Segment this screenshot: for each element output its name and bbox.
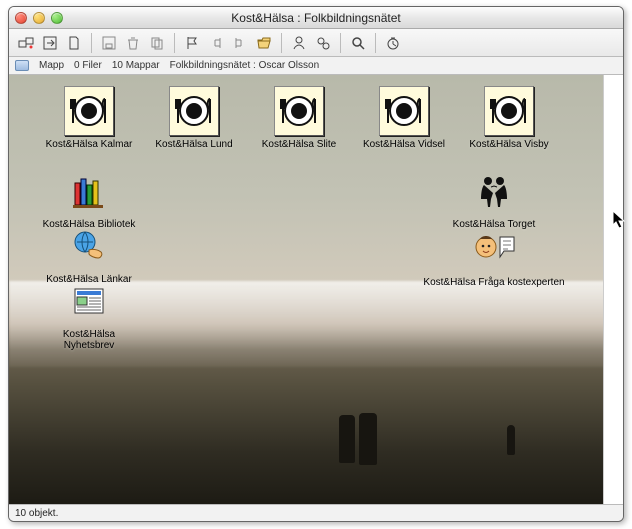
tool-flag-icon[interactable] bbox=[181, 32, 203, 54]
tool-trash-icon[interactable] bbox=[122, 32, 144, 54]
newspaper-icon bbox=[63, 275, 115, 327]
toolbar bbox=[9, 29, 623, 57]
zoom-button[interactable] bbox=[51, 12, 63, 24]
icon-grid: Kost&Hälsa Kalmar Kost&Hälsa Lund Kost&H… bbox=[9, 75, 623, 504]
tool-arrow-in-icon[interactable] bbox=[39, 32, 61, 54]
tool-user-icon[interactable] bbox=[288, 32, 310, 54]
tool-folder-open-icon[interactable] bbox=[253, 32, 275, 54]
folder-lund[interactable]: Kost&Hälsa Lund bbox=[144, 85, 244, 150]
folder-icon bbox=[15, 60, 29, 71]
globe-hand-icon bbox=[63, 220, 115, 272]
icon-label: Kost&Hälsa Fråga kostexperten bbox=[421, 277, 566, 288]
tool-document-icon[interactable] bbox=[63, 32, 85, 54]
icon-label: Kost&Hälsa Kalmar bbox=[44, 139, 135, 150]
window-controls bbox=[15, 12, 63, 24]
icon-label: Kost&Hälsa Visby bbox=[467, 139, 550, 150]
titlebar: Kost&Hälsa : Folkbildningsnätet bbox=[9, 7, 623, 29]
window: Kost&Hälsa : Folkbildningsnätet bbox=[8, 6, 624, 522]
folder-visby[interactable]: Kost&Hälsa Visby bbox=[459, 85, 559, 150]
folder-torget[interactable]: Kost&Hälsa Torget bbox=[429, 165, 559, 230]
plate-icon bbox=[169, 86, 219, 136]
plate-icon bbox=[274, 86, 324, 136]
icon-label: Kost&Hälsa Lund bbox=[153, 139, 234, 150]
face-speech-icon bbox=[468, 223, 520, 275]
folder-nyhetsbrev[interactable]: Kost&Hälsa Nyhetsbrev bbox=[39, 275, 139, 351]
icon-label: Kost&Hälsa Slite bbox=[260, 139, 338, 150]
window-title: Kost&Hälsa : Folkbildningsnätet bbox=[9, 11, 623, 25]
info-folders: 10 Mappar bbox=[112, 60, 160, 71]
tool-tree-left-icon[interactable] bbox=[205, 32, 227, 54]
icon-label: Kost&Hälsa Vidsel bbox=[361, 139, 447, 150]
tool-tree-right-icon[interactable] bbox=[229, 32, 251, 54]
info-path: Folkbildningsnätet : Oscar Olsson bbox=[170, 60, 320, 71]
infobar: Mapp 0 Filer 10 Mappar Folkbildningsnäte… bbox=[9, 57, 623, 75]
plate-icon bbox=[64, 86, 114, 136]
tool-clock-icon[interactable] bbox=[382, 32, 404, 54]
people-talking-icon bbox=[468, 165, 520, 217]
icon-label: Kost&Hälsa Nyhetsbrev bbox=[39, 329, 139, 351]
tool-search-icon[interactable] bbox=[347, 32, 369, 54]
close-button[interactable] bbox=[15, 12, 27, 24]
plate-icon bbox=[379, 86, 429, 136]
folder-kalmar[interactable]: Kost&Hälsa Kalmar bbox=[39, 85, 139, 150]
books-icon bbox=[63, 165, 115, 217]
info-type: Mapp bbox=[39, 60, 64, 71]
statusbar: 10 objekt. bbox=[9, 504, 623, 521]
folder-slite[interactable]: Kost&Hälsa Slite bbox=[249, 85, 349, 150]
tool-save-icon[interactable] bbox=[98, 32, 120, 54]
tool-network-icon[interactable] bbox=[15, 32, 37, 54]
tool-copy-icon[interactable] bbox=[146, 32, 168, 54]
info-files: 0 Filer bbox=[74, 60, 102, 71]
folder-vidsel[interactable]: Kost&Hälsa Vidsel bbox=[354, 85, 454, 150]
status-text: 10 objekt. bbox=[15, 508, 58, 519]
tool-gears-icon[interactable] bbox=[312, 32, 334, 54]
folder-fraga-kostexperten[interactable]: Kost&Hälsa Fråga kostexperten bbox=[409, 223, 579, 288]
minimize-button[interactable] bbox=[33, 12, 45, 24]
content-area: Kost&Hälsa Kalmar Kost&Hälsa Lund Kost&H… bbox=[9, 75, 623, 504]
plate-icon bbox=[484, 86, 534, 136]
